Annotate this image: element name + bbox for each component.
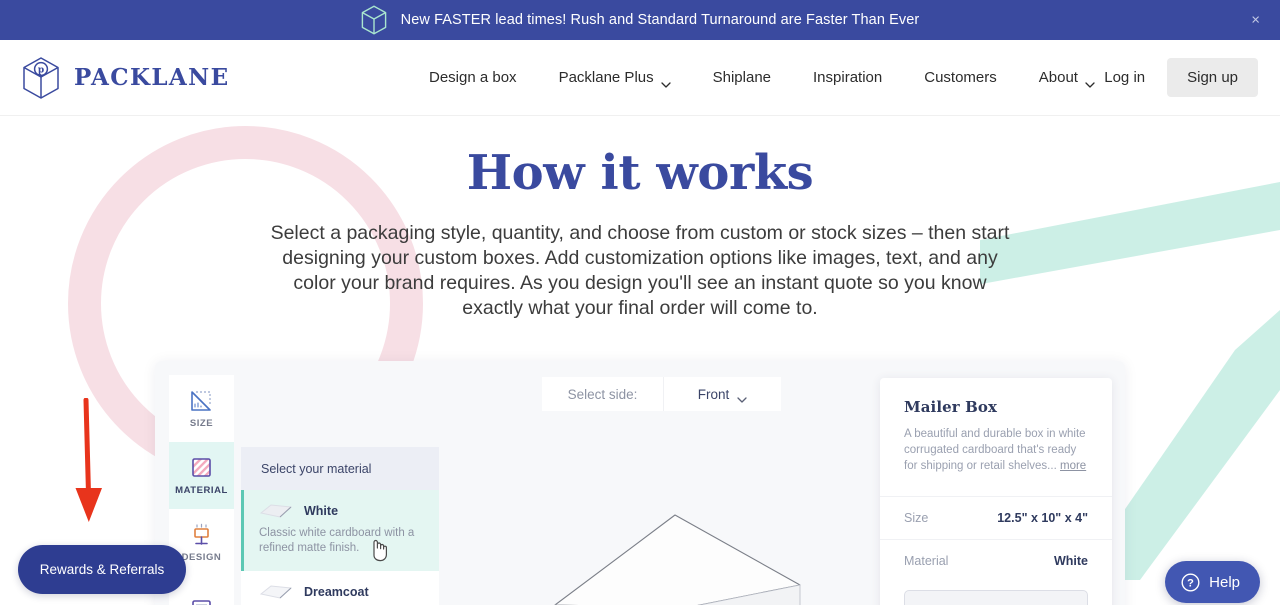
site-header: p PACKLANE Design a box Packlane Plus Sh…	[0, 40, 1280, 116]
svg-text:?: ?	[1187, 577, 1194, 589]
chevron-down-icon	[737, 391, 747, 403]
material-option-white[interactable]: White Classic white cardboard with a ref…	[241, 490, 439, 571]
more-link[interactable]: more	[1060, 460, 1086, 472]
material-option-header: Dreamcoat	[259, 583, 419, 601]
red-down-arrow-icon	[70, 397, 116, 533]
product-title: Mailer Box	[904, 398, 998, 416]
material-option-name: Dreamcoat	[304, 585, 369, 599]
side-selector-value: Front	[697, 386, 730, 402]
main-nav: Design a box Packlane Plus Shiplane Insp…	[415, 69, 1116, 88]
material-swatch-icon	[259, 502, 293, 520]
product-info-body: Mailer Box A beautiful and durable box i…	[880, 378, 1112, 496]
material-panel: Select your material White Classic white…	[241, 447, 439, 605]
nav-item-inspiration[interactable]: Inspiration	[792, 69, 903, 86]
material-panel-heading: Select your material	[241, 447, 439, 490]
nav-item-design-a-box[interactable]: Design a box	[415, 69, 538, 86]
stamp-brush-icon	[189, 522, 214, 547]
spec-key: Size	[904, 511, 929, 525]
sidebar-label: SIZE	[189, 418, 214, 429]
hero-paragraph: Select a packaging style, quantity, and …	[270, 221, 1010, 319]
quote-button[interactable]	[904, 590, 1088, 605]
sidebar-label: MATERIAL	[175, 485, 228, 496]
hero-section: How it works Select a packaging style, q…	[0, 116, 1280, 321]
box-3d-icon	[361, 5, 387, 35]
page-root: New FASTER lead times! Rush and Standard…	[0, 0, 1280, 605]
announcement-content: New FASTER lead times! Rush and Standard…	[361, 5, 920, 35]
brand-wordmark: PACKLANE	[74, 64, 230, 91]
help-button[interactable]: ? Help	[1165, 561, 1260, 603]
spec-key: Material	[904, 554, 949, 568]
nav-label: About	[1038, 69, 1078, 86]
box-preview	[470, 500, 890, 605]
nav-item-packlane-plus[interactable]: Packlane Plus	[538, 69, 692, 88]
nav-item-customers[interactable]: Customers	[903, 69, 1018, 86]
spec-value: 12.5" x 10" x 4"	[997, 511, 1088, 525]
sidebar-item-size[interactable]: SIZE	[169, 375, 234, 442]
sidebar-label: DESIGN	[181, 552, 222, 563]
quote-button-wrap	[880, 582, 1112, 605]
header-actions: Log in Sign up	[1082, 58, 1258, 97]
material-swatch-icon	[259, 583, 293, 601]
nav-label: Packlane Plus	[558, 69, 654, 86]
announcement-bar: New FASTER lead times! Rush and Standard…	[0, 0, 1280, 40]
rewards-referrals-button[interactable]: Rewards & Referrals	[18, 545, 186, 594]
side-selector: Select side: Front	[542, 377, 781, 411]
help-button-label: Help	[1209, 573, 1240, 591]
page-title: How it works	[466, 145, 814, 201]
question-circle-icon: ?	[1181, 572, 1200, 592]
spec-value: White	[1053, 554, 1088, 568]
material-option-dreamcoat[interactable]: Dreamcoat	[241, 571, 439, 605]
nav-item-shiplane[interactable]: Shiplane	[692, 69, 792, 86]
close-icon[interactable]: ×	[1251, 13, 1260, 28]
product-description: A beautiful and durable box in white cor…	[904, 426, 1088, 474]
product-description-text: A beautiful and durable box in white cor…	[904, 428, 1086, 472]
pointer-hand-cursor-icon	[368, 538, 388, 562]
sidebar-item-material[interactable]: MATERIAL	[169, 442, 234, 509]
announcement-text: New FASTER lead times! Rush and Standard…	[400, 12, 920, 28]
nav-label: Customers	[924, 69, 997, 86]
product-spec-row-material: Material White	[880, 539, 1112, 582]
signup-button[interactable]: Sign up	[1167, 58, 1258, 97]
side-selector-dropdown[interactable]: Front	[663, 377, 781, 411]
side-selector-label: Select side:	[542, 377, 663, 411]
nav-label: Shiplane	[712, 69, 772, 86]
material-option-name: White	[304, 504, 339, 518]
nav-label: Inspiration	[813, 69, 883, 86]
svg-text:p: p	[38, 65, 44, 75]
packlane-hexbox-icon: p	[20, 56, 62, 100]
striped-square-icon	[189, 455, 214, 480]
ruler-triangle-icon	[189, 388, 214, 413]
nav-label: Design a box	[429, 69, 517, 86]
product-info-card: Mailer Box A beautiful and durable box i…	[880, 378, 1112, 605]
material-option-description: Classic white cardboard with a refined m…	[259, 527, 415, 554]
login-link[interactable]: Log in	[1082, 69, 1167, 86]
panel-icon	[189, 595, 214, 605]
product-spec-row-size: Size 12.5" x 10" x 4"	[880, 496, 1112, 539]
material-option-header: White	[259, 502, 419, 520]
chevron-down-icon	[660, 75, 671, 88]
brand-logo[interactable]: p PACKLANE	[20, 56, 230, 100]
